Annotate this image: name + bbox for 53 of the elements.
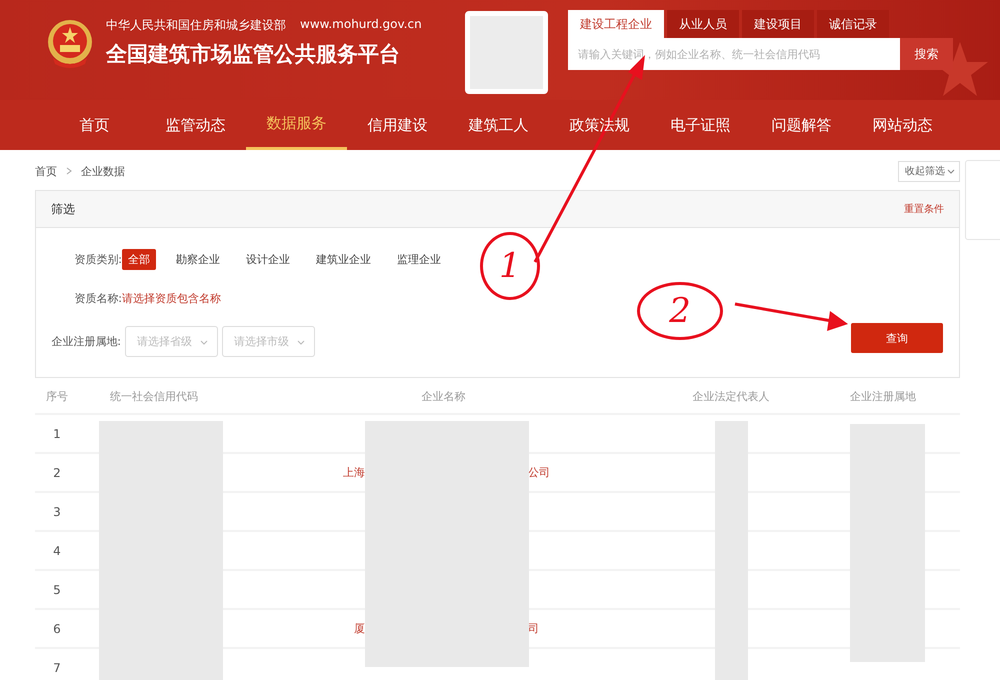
column-header: 企业名称 (420, 389, 466, 404)
category-option[interactable]: 勘察企业 (170, 248, 226, 270)
nav-item[interactable]: 建筑工人 (448, 100, 549, 150)
company-name-link[interactable]: 公司 (528, 466, 550, 479)
query-button[interactable]: 查询 (851, 323, 943, 353)
filter-label: 企业注册属地: (50, 334, 121, 349)
table-cell-text: 5 (52, 582, 62, 596)
table-cell-text: 2 (52, 466, 62, 480)
table-cell-text: 1 (52, 426, 62, 440)
category-option[interactable]: 设计企业 (240, 248, 296, 270)
nav-item[interactable]: 电子证照 (650, 100, 751, 150)
collapse-filter-button[interactable]: 收起筛选 (898, 160, 960, 182)
nav-item[interactable]: 政策法规 (549, 100, 650, 150)
column-header: 企业法定代表人 (692, 389, 770, 404)
category-option[interactable]: 全部 (122, 248, 156, 270)
filter-label: 资质类别: (73, 252, 122, 266)
breadcrumb-link[interactable]: 企业数据 (81, 164, 125, 178)
nav-item[interactable]: 问题解答 (751, 100, 852, 150)
nav-item[interactable]: 首页 (44, 100, 145, 150)
table-cell-text: 4 (52, 544, 62, 558)
nav-item[interactable]: 信用建设 (347, 100, 448, 150)
search-tab[interactable]: 建设项目 (742, 10, 814, 38)
breadcrumb-link[interactable]: 首页 (35, 164, 57, 178)
company-name-link[interactable]: 司 (528, 622, 539, 635)
company-name-link[interactable]: 厦 (354, 622, 365, 635)
column-header: 企业注册属地 (849, 389, 917, 404)
qualification-name-link[interactable]: 请选择资质包含名称 (122, 290, 221, 306)
ministry-name: 中华人民共和国住房和城乡建设部 (106, 17, 286, 34)
table-cell-text: 6 (52, 622, 62, 636)
search-tab[interactable]: 诚信记录 (817, 10, 889, 38)
site-title: 全国建筑市场监管公共服务平台 (106, 41, 401, 68)
chevron-down-icon (947, 167, 955, 175)
column-header: 序号 (45, 389, 69, 404)
nav-item[interactable]: 网站动态 (852, 100, 953, 150)
search-tab[interactable]: 从业人员 (667, 10, 739, 38)
annotation-mark: 2 (637, 282, 723, 340)
category-option[interactable]: 监理企业 (391, 248, 447, 270)
search-tab[interactable]: 建设工程企业 (568, 10, 664, 38)
column-header: 统一社会信用代码 (109, 389, 199, 404)
table-cell-text: 7 (52, 660, 62, 674)
reset-link[interactable]: 重置条件 (904, 202, 944, 216)
search-button[interactable]: 搜索 (900, 38, 953, 70)
annotation-mark: 1 (480, 232, 540, 300)
filter-label: 资质名称: (73, 290, 122, 306)
panel-title: 筛选 (51, 200, 75, 218)
company-name-link[interactable]: 上海 (343, 466, 365, 479)
emblem-icon (47, 18, 93, 68)
nav-item[interactable]: 数据服务 (246, 100, 347, 150)
table-cell-text: 3 (52, 504, 62, 518)
nav-item[interactable]: 监管动态 (145, 100, 246, 150)
category-option[interactable]: 建筑业企业 (310, 248, 377, 270)
chevron-right-icon (65, 167, 73, 175)
website-url: www.mohurd.gov.cn (300, 17, 422, 33)
